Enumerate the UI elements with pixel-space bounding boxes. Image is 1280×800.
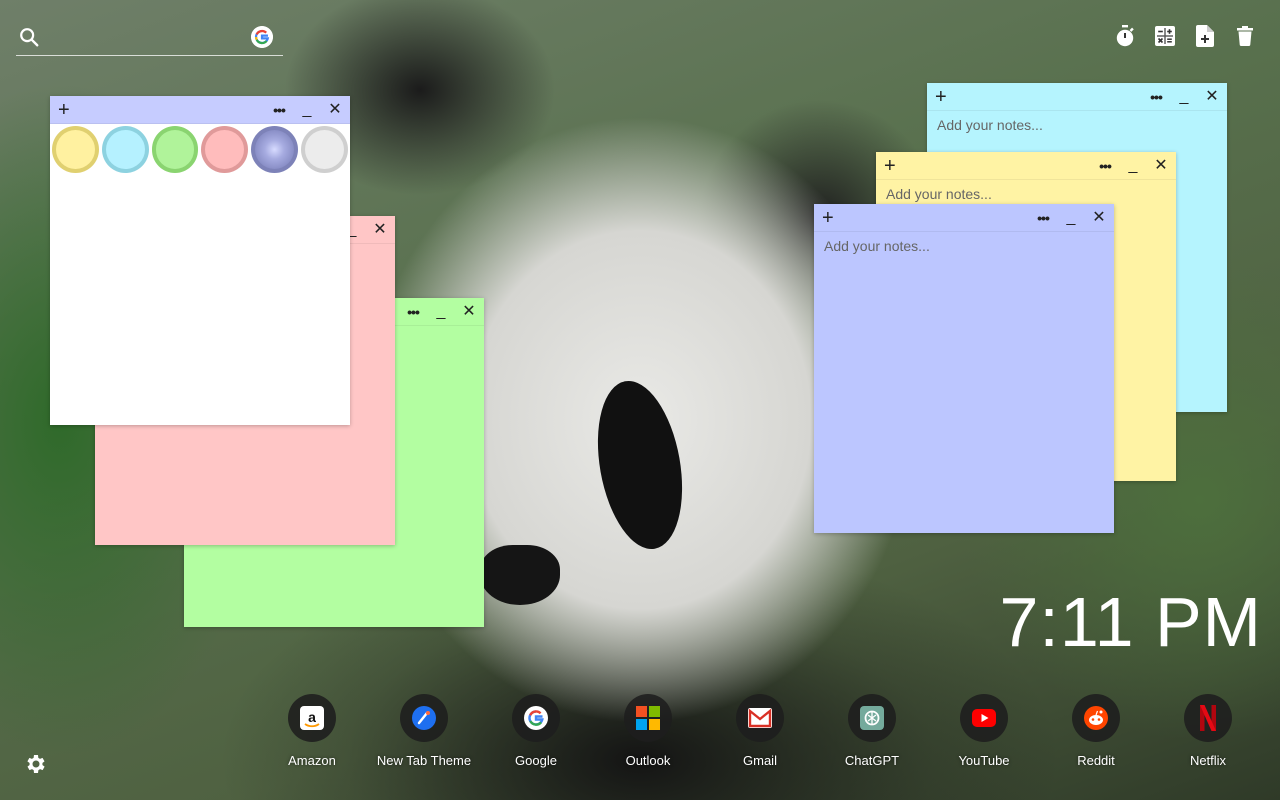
color-picker: [50, 124, 350, 175]
shortcut-circle: [1072, 694, 1120, 742]
amazon-icon: a: [300, 706, 324, 730]
close-button[interactable]: ✕: [373, 221, 387, 238]
outlook-icon: [636, 706, 660, 730]
color-swatch-purple[interactable]: [251, 126, 299, 173]
new-note-icon: [1196, 25, 1214, 47]
shortcut-circle: [400, 694, 448, 742]
more-options-button[interactable]: •••: [1098, 159, 1112, 173]
calculator-icon: [1155, 26, 1175, 46]
shortcut-label: ChatGPT: [844, 753, 900, 768]
shortcut-label: Google: [515, 753, 557, 768]
add-note-button[interactable]: +: [884, 156, 898, 176]
sticky-note-white[interactable]: + ••• _ ✕: [50, 96, 350, 425]
color-swatch-pink[interactable]: [201, 126, 249, 173]
new-note-button[interactable]: [1194, 24, 1216, 48]
minimize-button[interactable]: _: [434, 303, 448, 320]
trash-button[interactable]: [1234, 24, 1256, 48]
note-header[interactable]: + ••• _ ✕: [876, 152, 1176, 180]
color-swatch-grey[interactable]: [301, 126, 348, 173]
minimize-button[interactable]: _: [1064, 209, 1078, 226]
more-options-button[interactable]: •••: [406, 305, 420, 319]
youtube-icon: [972, 709, 996, 727]
background-panda-nose: [480, 545, 560, 605]
chatgpt-icon: [860, 706, 884, 730]
shortcut-circle: [736, 694, 784, 742]
add-note-button[interactable]: +: [935, 87, 949, 107]
shortcut-circle: [848, 694, 896, 742]
color-swatch-green[interactable]: [151, 126, 199, 173]
svg-text:a: a: [308, 709, 316, 725]
shortcut-label: YouTube: [958, 753, 1010, 768]
close-button[interactable]: ✕: [1092, 209, 1106, 226]
more-options-button[interactable]: •••: [272, 103, 286, 117]
shortcut-label: Gmail: [743, 753, 777, 768]
sticky-note-blue[interactable]: + ••• _ ✕ Add your notes...: [814, 204, 1114, 533]
top-toolbar: [1114, 24, 1256, 48]
timer-icon: [1116, 25, 1134, 47]
close-button[interactable]: ✕: [328, 101, 342, 118]
note-header[interactable]: + ••• _ ✕: [814, 204, 1114, 232]
shortcut-circle: [512, 694, 560, 742]
shortcut-label: Amazon: [288, 753, 336, 768]
shortcut-netflix[interactable]: Netflix: [1152, 694, 1264, 768]
search-bar: [16, 22, 283, 56]
color-swatch-yellow[interactable]: [52, 126, 99, 173]
gear-icon[interactable]: [24, 752, 48, 776]
shortcut-amazon[interactable]: a Amazon: [256, 694, 368, 768]
timer-button[interactable]: [1114, 24, 1136, 48]
shortcut-label: Netflix: [1189, 753, 1227, 768]
minimize-button[interactable]: _: [300, 101, 314, 118]
note-text-area[interactable]: Add your notes...: [927, 111, 1227, 139]
close-button[interactable]: ✕: [1154, 157, 1168, 174]
close-button[interactable]: ✕: [1205, 88, 1219, 105]
trash-icon: [1237, 26, 1253, 46]
shortcut-label: New Tab Theme: [376, 753, 472, 768]
shortcut-circle: [960, 694, 1008, 742]
google-icon: [524, 706, 548, 730]
shortcut-label: Reddit: [1077, 753, 1115, 768]
shortcut-gmail[interactable]: Gmail: [704, 694, 816, 768]
minimize-button[interactable]: _: [1177, 88, 1191, 105]
new-tab-theme-icon: [412, 706, 436, 730]
more-options-button[interactable]: •••: [1149, 90, 1163, 104]
clock: 7:11 PM: [999, 583, 1262, 661]
background-panda-eye: [585, 374, 695, 556]
shortcut-circle: [1184, 694, 1232, 742]
gmail-icon: [748, 708, 772, 728]
close-button[interactable]: ✕: [462, 303, 476, 320]
note-text-area[interactable]: Add your notes...: [814, 232, 1114, 260]
shortcut-youtube[interactable]: YouTube: [928, 694, 1040, 768]
add-note-button[interactable]: +: [822, 208, 836, 228]
reddit-icon: [1084, 706, 1108, 730]
shortcut-outlook[interactable]: Outlook: [592, 694, 704, 768]
note-header[interactable]: + ••• _ ✕: [50, 96, 350, 124]
add-note-button[interactable]: +: [58, 100, 72, 120]
minimize-button[interactable]: _: [1126, 157, 1140, 174]
google-icon[interactable]: [251, 26, 273, 48]
shortcut-chatgpt[interactable]: ChatGPT: [816, 694, 928, 768]
calculator-button[interactable]: [1154, 24, 1176, 48]
search-icon[interactable]: [18, 26, 40, 48]
color-swatch-cyan[interactable]: [101, 126, 149, 173]
shortcut-dock: a Amazon New Tab Theme Google Outlook Gm…: [256, 694, 1264, 768]
shortcut-label: Outlook: [625, 753, 671, 768]
shortcut-circle: a: [288, 694, 336, 742]
more-options-button[interactable]: •••: [1036, 211, 1050, 225]
shortcut-google[interactable]: Google: [480, 694, 592, 768]
shortcut-circle: [624, 694, 672, 742]
shortcut-new-tab-theme[interactable]: New Tab Theme: [368, 694, 480, 768]
shortcut-reddit[interactable]: Reddit: [1040, 694, 1152, 768]
search-input[interactable]: [48, 24, 248, 52]
note-header[interactable]: + ••• _ ✕: [927, 83, 1227, 111]
netflix-icon: [1200, 705, 1216, 731]
